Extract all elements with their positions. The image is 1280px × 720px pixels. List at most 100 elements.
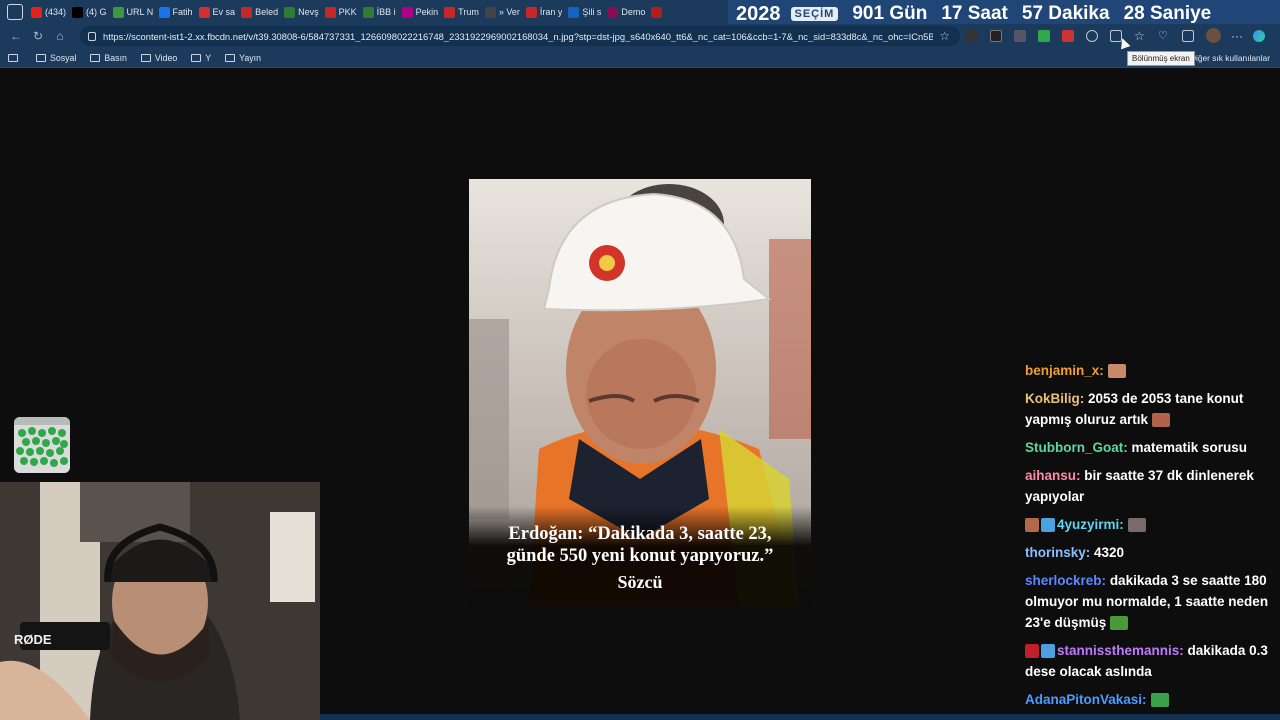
tab-favicon-icon bbox=[198, 6, 210, 18]
chat-username[interactable]: aihansu: bbox=[1025, 468, 1081, 483]
browser-tab[interactable]: PKK bbox=[322, 0, 360, 24]
chat-message: stannissthemannis: dakikada 0.3 dese ola… bbox=[1020, 640, 1275, 682]
bookmark-folder[interactable]: Y bbox=[191, 53, 211, 63]
browser-tab[interactable]: İBB i bbox=[360, 0, 399, 24]
bookmark-folder[interactable]: Basın bbox=[90, 53, 127, 63]
other-favorites[interactable]: Diğer sık kullanılanlar bbox=[1190, 53, 1270, 63]
bookmark-folder[interactable]: Video bbox=[140, 52, 178, 63]
tab-favicon-icon bbox=[444, 6, 456, 18]
workspaces-icon[interactable] bbox=[7, 4, 23, 20]
browser-tab[interactable]: URL N bbox=[110, 0, 156, 24]
browser-tab[interactable]: Fatih bbox=[156, 0, 196, 24]
refresh-extension-icon[interactable] bbox=[1086, 29, 1098, 42]
chat-username[interactable]: stannissthemannis: bbox=[1057, 643, 1184, 658]
image-quote: Erdoğan: “Dakikada 3, saatte 23, günde 5… bbox=[479, 523, 801, 567]
chat-username[interactable]: Stubborn_Goat: bbox=[1025, 440, 1128, 455]
chat-message: Stubborn_Goat: matematik sorusu bbox=[1020, 437, 1275, 458]
browser-tab[interactable]: Pekin bbox=[399, 0, 442, 24]
tab-favicon-icon bbox=[112, 6, 124, 18]
countdown-seconds: 28 Saniye bbox=[1123, 3, 1212, 24]
browser-tab[interactable]: (4) G bbox=[69, 0, 110, 24]
bookmark-label: Video bbox=[154, 52, 178, 63]
chat-emote-icon bbox=[1150, 693, 1169, 708]
address-bar[interactable]: https://scontent-ist1-2.xx.fbcdn.net/v/t… bbox=[80, 26, 960, 46]
tab-title: » Ver bbox=[498, 7, 520, 17]
extension-icon[interactable] bbox=[1038, 29, 1050, 42]
browser-tab[interactable]: Nevş bbox=[281, 0, 322, 24]
tab-title: Demo bbox=[621, 7, 646, 17]
home-icon[interactable]: ⌂ bbox=[54, 30, 66, 42]
reading-list-icon[interactable] bbox=[8, 53, 18, 62]
user-badge-icon bbox=[1025, 518, 1039, 533]
tab-favicon-icon bbox=[525, 6, 537, 18]
tooltip: Bölünmüş ekran bbox=[1127, 51, 1195, 66]
tab-favicon-icon bbox=[284, 6, 296, 18]
favorite-star-icon[interactable]: ☆ bbox=[939, 29, 950, 43]
browser-tab[interactable]: Ev sa bbox=[196, 0, 239, 24]
tab-favicon-icon bbox=[362, 6, 374, 18]
browser-tab[interactable]: Demo bbox=[604, 0, 648, 24]
countdown-label: SEÇİM bbox=[790, 7, 839, 21]
bookmark-folder[interactable]: Yayın bbox=[225, 53, 261, 63]
tab-favicon-icon bbox=[241, 6, 253, 18]
collections-icon[interactable] bbox=[1182, 29, 1194, 42]
folder-icon bbox=[225, 53, 236, 62]
quote-line: Erdoğan: “Dakikada 3, saatte 23, bbox=[508, 524, 772, 544]
bookmark-label: Yayın bbox=[239, 52, 261, 63]
folder-icon bbox=[140, 53, 151, 62]
folder-icon bbox=[90, 53, 101, 62]
chat-emote-icon bbox=[1152, 413, 1171, 428]
favorites-icon[interactable]: ☆ bbox=[1134, 30, 1146, 42]
back-icon[interactable]: ← bbox=[10, 30, 22, 42]
stream-chat: benjamin_x: KokBilig: 2053 de 2053 tane k… bbox=[1020, 360, 1275, 717]
browser-tab[interactable]: İran y bbox=[523, 0, 566, 24]
user-badge-icon bbox=[1025, 644, 1039, 659]
streamer-illustration bbox=[0, 482, 320, 720]
taskbar-edge bbox=[320, 714, 1280, 720]
chat-username[interactable]: thorinsky: bbox=[1025, 545, 1090, 560]
refresh-icon[interactable]: ↻ bbox=[32, 30, 44, 42]
tab-title: Beled bbox=[255, 7, 279, 17]
chat-username[interactable]: KokBilig: bbox=[1025, 391, 1084, 406]
copilot-icon[interactable] bbox=[1253, 29, 1265, 42]
tab-title: (434) bbox=[45, 7, 67, 17]
browser-tab[interactable]: Trum bbox=[441, 0, 482, 24]
browser-tab[interactable]: Şili s bbox=[565, 0, 604, 24]
quote-line: günde 550 yeni konut yapıyoruz.” bbox=[506, 546, 774, 566]
extension-icon[interactable] bbox=[1014, 29, 1026, 42]
tab-title: Şili s bbox=[582, 7, 602, 17]
url-text[interactable]: https://scontent-ist1-2.xx.fbcdn.net/v/t… bbox=[103, 31, 933, 42]
mic-brand-label: RØDE bbox=[14, 632, 52, 647]
extension-icon[interactable] bbox=[966, 29, 978, 42]
chat-emote-icon bbox=[1110, 616, 1129, 631]
bookmark-label: Y bbox=[205, 52, 212, 63]
browser-tab[interactable]: Beled bbox=[238, 0, 281, 24]
countdown-hours: 17 Saat bbox=[941, 3, 1008, 24]
chat-username[interactable]: AdanaPitonVakasi: bbox=[1025, 692, 1147, 707]
browser-tab[interactable]: » Ver bbox=[482, 0, 523, 24]
profile-avatar[interactable] bbox=[1206, 28, 1221, 43]
tab-title: İran y bbox=[539, 7, 563, 17]
tab-favicon-icon bbox=[568, 6, 580, 18]
chat-username[interactable]: 4yuzyirmi: bbox=[1057, 517, 1124, 532]
browser-tab[interactable]: (434) bbox=[28, 0, 69, 24]
screen: (434) (4) G URL N Fatih Ev sa Beled Nevş PKK İBB… bbox=[0, 0, 1280, 720]
bookmark-label: Basın bbox=[104, 52, 127, 63]
tab-favicon-icon bbox=[401, 6, 413, 18]
extension-icon[interactable] bbox=[990, 29, 1002, 42]
bookmark-label: Sosyal bbox=[50, 52, 77, 63]
chat-username[interactable]: benjamin_x: bbox=[1025, 363, 1104, 378]
chat-message: benjamin_x: bbox=[1020, 360, 1275, 381]
more-menu-icon[interactable]: ··· bbox=[1231, 29, 1243, 43]
news-image: Erdoğan: “Dakikada 3, saatte 23, günde 5… bbox=[469, 179, 811, 606]
browser-essentials-icon[interactable]: ♡ bbox=[1158, 30, 1170, 42]
chat-message: KokBilig: 2053 de 2053 tane konut yapmış… bbox=[1020, 388, 1275, 430]
countdown-year: 2028 bbox=[736, 2, 781, 25]
tab-title: Fatih bbox=[172, 7, 193, 17]
bookmark-folder[interactable]: Sosyal bbox=[36, 53, 76, 63]
tab-favicon-icon bbox=[484, 6, 496, 18]
chat-username[interactable]: sherlockreb: bbox=[1025, 573, 1106, 588]
lock-icon[interactable] bbox=[88, 31, 96, 41]
extension-icon[interactable] bbox=[1062, 29, 1074, 42]
browser-tab[interactable] bbox=[648, 0, 668, 24]
